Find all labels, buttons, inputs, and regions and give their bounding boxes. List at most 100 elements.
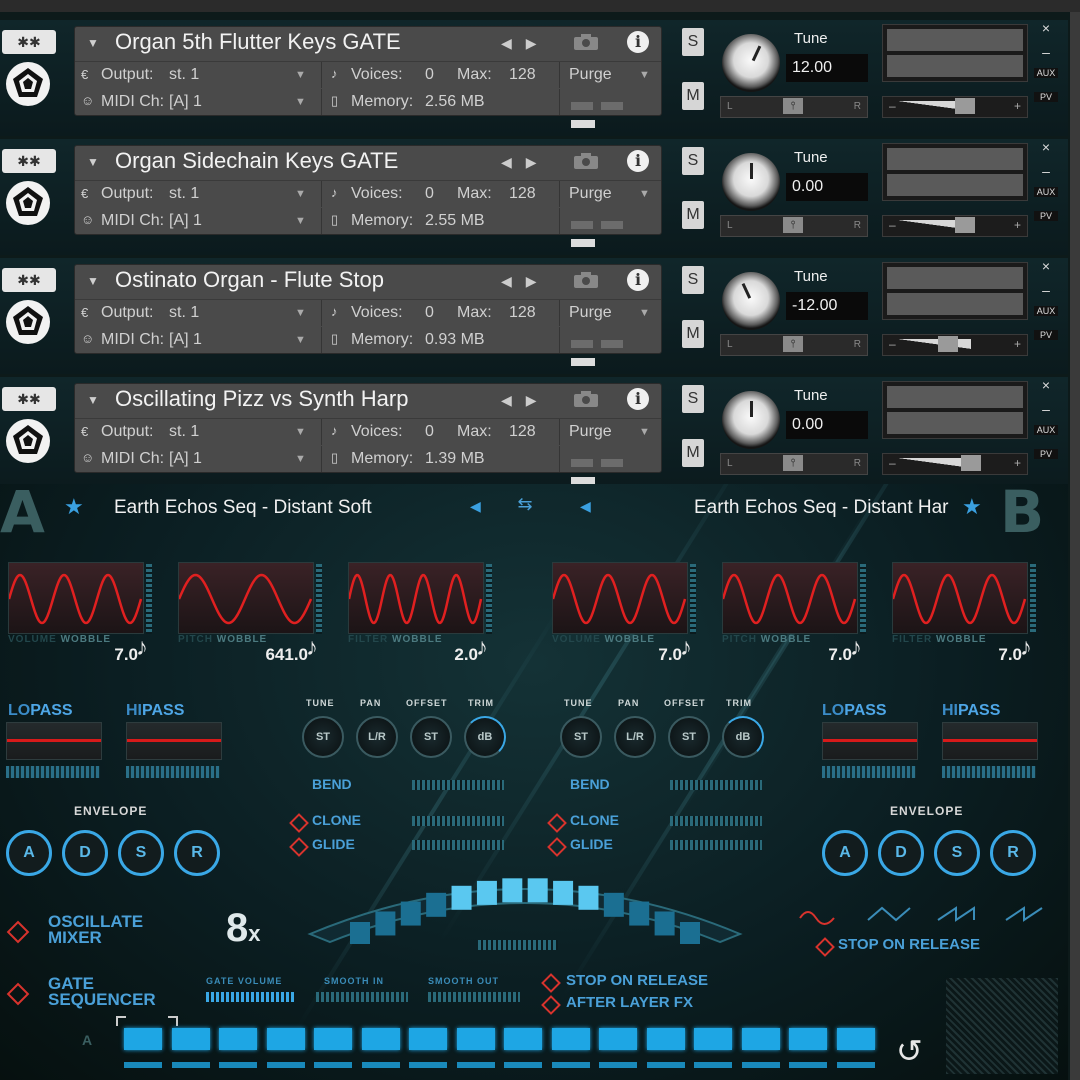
aux-button[interactable]: AUX [1034,306,1058,316]
aux-button[interactable]: AUX [1034,68,1058,78]
volume-slider[interactable]: – + [882,453,1028,475]
envelope-d-knob-a[interactable]: D [62,830,108,876]
lopass-filter-a[interactable] [6,722,102,760]
tempo-sync-note-icon[interactable]: ♪ [680,634,692,662]
speaker-icon-b[interactable]: ◀ [580,498,591,515]
gate-step[interactable] [266,1028,305,1050]
envelope-s-knob-a[interactable]: S [118,830,164,876]
gate-step-velocity[interactable] [504,1062,542,1068]
mute-button[interactable]: M [682,82,704,110]
gate-step-velocity[interactable] [171,1062,210,1068]
output-dropdown-icon[interactable]: ▼ [295,426,306,438]
midi-dropdown-icon[interactable]: ▼ [295,215,306,227]
gate-step-velocity[interactable] [409,1062,447,1068]
aux-button[interactable]: AUX [1034,425,1058,435]
midi-channel-value[interactable]: [A] 1 [169,93,202,111]
info-icon[interactable]: i [627,269,649,291]
gate-step[interactable] [361,1028,400,1050]
lopass-strip-b[interactable] [822,766,916,778]
swap-layers-icon[interactable]: ⇆ [508,494,542,524]
tune-knob-b[interactable]: ST [560,716,602,758]
lopass-strip-a[interactable] [6,766,100,778]
window-scrollbar[interactable] [1070,12,1080,1080]
pan-slider[interactable]: L ⫯ R [720,453,868,475]
volume-slider[interactable]: – + [882,334,1028,356]
wobble-display[interactable] [722,562,858,634]
instrument-settings-gear-icon[interactable]: ✱✱ [2,268,56,292]
gate-step[interactable] [599,1028,637,1050]
output-dropdown-icon[interactable]: ▼ [295,69,306,81]
pv-button[interactable]: PV [1034,92,1058,102]
purge-dropdown-icon[interactable]: ▼ [639,188,650,200]
waveform-selector[interactable] [798,904,1044,928]
wobble-value[interactable]: 2.0 [418,645,478,665]
minimize-icon[interactable]: – [1034,44,1058,60]
wobble-display[interactable] [8,562,144,634]
tune-knob-a[interactable]: ST [302,716,344,758]
bend-slider-a[interactable] [412,780,504,790]
lopass-filter-b[interactable] [822,722,918,760]
gate-step-velocity[interactable] [361,1062,400,1068]
gate-step[interactable] [789,1028,827,1050]
oscillate-mixer-arc[interactable] [300,864,750,944]
gate-step-velocity[interactable] [314,1062,352,1068]
minimize-icon[interactable]: – [1034,163,1058,179]
gate-step[interactable] [646,1028,685,1050]
volume-slider[interactable]: – + [882,215,1028,237]
solo-button[interactable]: S [682,385,704,413]
envelope-r-knob-a[interactable]: R [174,830,220,876]
output-value[interactable]: st. 1 [169,185,199,203]
midi-dropdown-icon[interactable]: ▼ [295,334,306,346]
gate-step[interactable] [219,1028,257,1050]
info-icon[interactable]: i [627,31,649,53]
gate-step-velocity[interactable] [741,1062,780,1068]
gate-step[interactable] [124,1028,162,1050]
info-icon[interactable]: i [627,150,649,172]
gate-step-velocity[interactable] [124,1062,162,1068]
purge-button[interactable]: Purge [569,423,612,441]
gate-step-velocity[interactable] [789,1062,827,1068]
trim-knob-a[interactable]: dB [464,716,506,758]
output-dropdown-icon[interactable]: ▼ [295,188,306,200]
instrument-settings-gear-icon[interactable]: ✱✱ [2,149,56,173]
max-voices-value[interactable]: 128 [509,423,536,441]
purge-dropdown-icon[interactable]: ▼ [639,307,650,319]
snapshot-camera-icon[interactable] [573,390,599,408]
smooth-out-slider[interactable] [428,992,520,1002]
snapshot-camera-icon[interactable] [573,271,599,289]
clone-slider-a[interactable] [412,816,504,826]
solo-button[interactable]: S [682,147,704,175]
gate-step-velocity[interactable] [599,1062,637,1068]
wobble-level-strip[interactable] [1030,564,1036,634]
wobble-value[interactable]: 7.0 [622,645,682,665]
wobble-display[interactable] [348,562,484,634]
glide-slider-b[interactable] [670,840,762,850]
tune-value[interactable]: -12.00 [786,292,868,320]
preset-name-b[interactable]: Earth Echos Seq - Distant Har [694,497,964,519]
tempo-sync-note-icon[interactable]: ♪ [850,634,862,662]
pan-knob-a[interactable]: L/R [356,716,398,758]
wobble-value[interactable]: 7.0 [792,645,852,665]
prev-next-arrows-icon[interactable]: ◀▶ [501,35,551,52]
minimize-icon[interactable]: – [1034,401,1058,417]
bend-slider-b[interactable] [670,780,762,790]
wobble-display[interactable] [552,562,688,634]
hipass-filter-a[interactable] [126,722,222,760]
gate-step-velocity[interactable] [456,1062,495,1068]
midi-channel-value[interactable]: [A] 1 [169,450,202,468]
hipass-filter-b[interactable] [942,722,1038,760]
preset-name-a[interactable]: Earth Echos Seq - Distant Soft [114,497,372,519]
instrument-name[interactable]: Oscillating Pizz vs Synth Harp [115,386,408,412]
glide-slider-a[interactable] [412,840,504,850]
purge-dropdown-icon[interactable]: ▼ [639,426,650,438]
solo-button[interactable]: S [682,266,704,294]
envelope-r-knob-b[interactable]: R [990,830,1036,876]
midi-channel-value[interactable]: [A] 1 [169,331,202,349]
wobble-level-strip[interactable] [860,564,866,634]
instrument-settings-gear-icon[interactable]: ✱✱ [2,387,56,411]
gate-step[interactable] [456,1028,495,1050]
collapse-caret-icon[interactable]: ▼ [87,155,99,169]
solo-button[interactable]: S [682,28,704,56]
trim-knob-b[interactable]: dB [722,716,764,758]
pan-slider[interactable]: L ⫯ R [720,334,868,356]
